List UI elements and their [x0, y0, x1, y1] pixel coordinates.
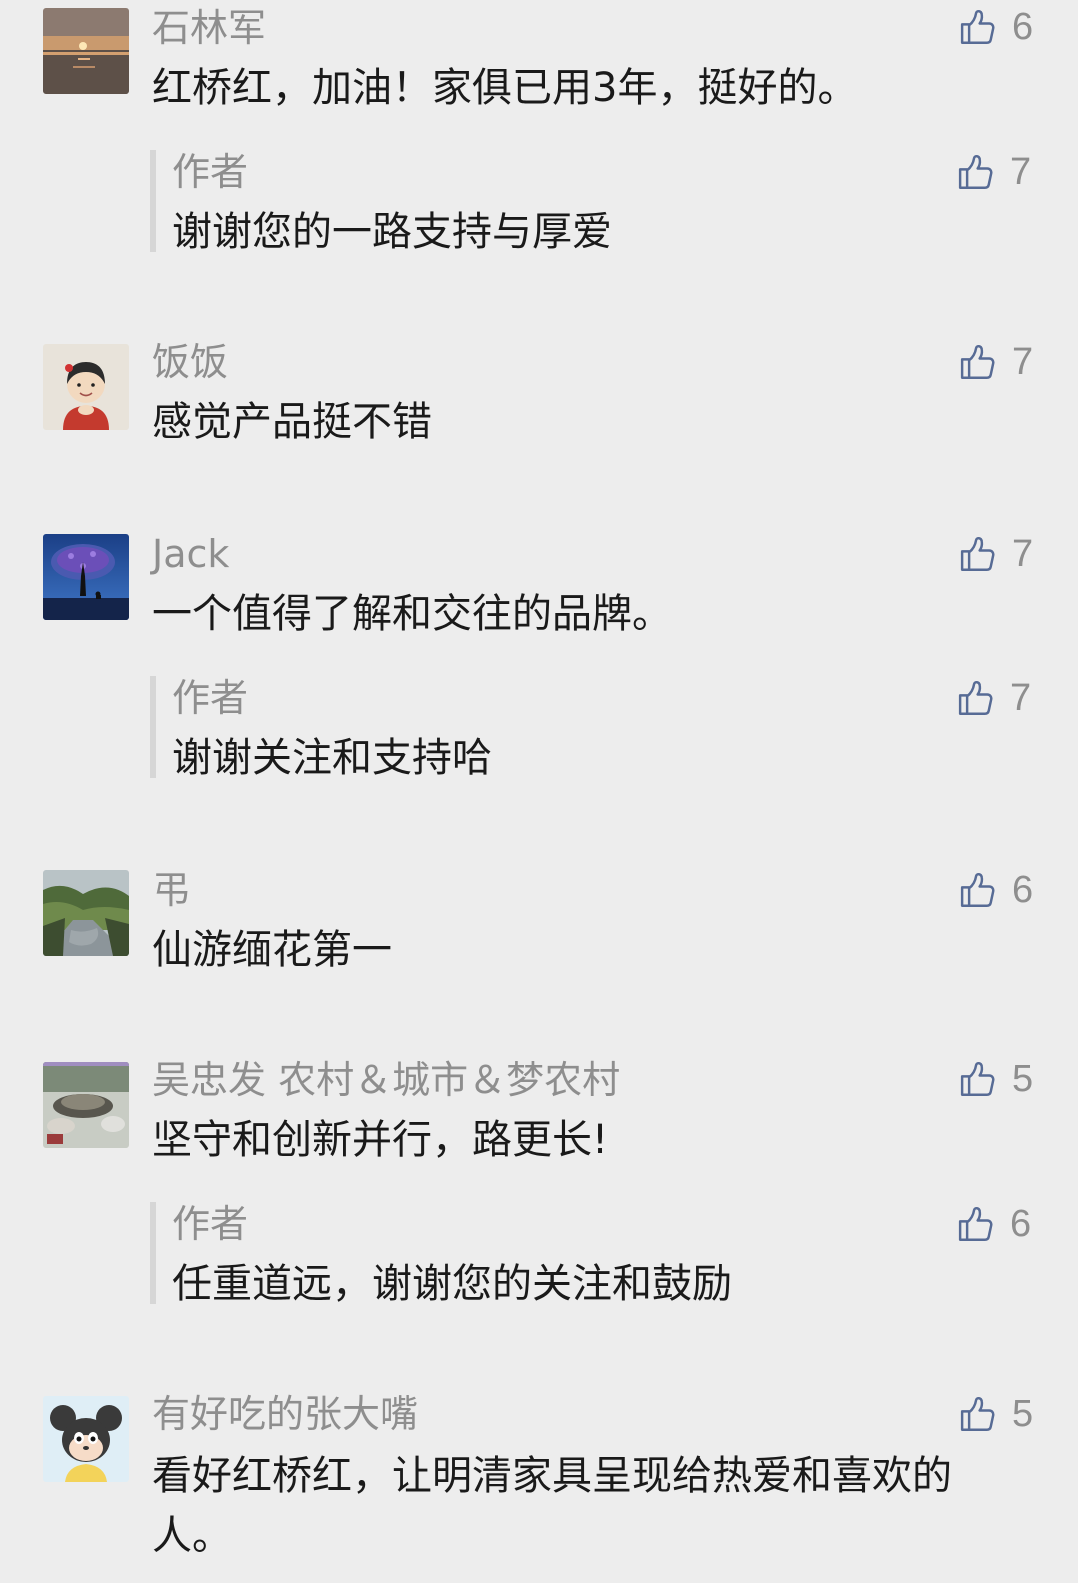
reply-text: 谢谢关注和支持哈: [172, 735, 492, 781]
thumbs-up-icon: [956, 1058, 998, 1100]
comment-author[interactable]: 弔: [152, 866, 190, 914]
like-button[interactable]: 6: [954, 1200, 1036, 1248]
reply-divider: [150, 1202, 156, 1304]
like-button[interactable]: 5: [956, 1390, 1038, 1438]
like-button[interactable]: 7: [956, 530, 1038, 578]
comment-author[interactable]: 饭饭: [152, 338, 228, 386]
like-count: 7: [1010, 150, 1032, 193]
comment-text: 感觉产品挺不错: [152, 399, 432, 445]
thumbs-up-icon: [956, 533, 998, 575]
like-button[interactable]: 5: [956, 1055, 1038, 1103]
comment-text: 红桥红，加油！家俱已用3年，挺好的。: [152, 65, 858, 111]
reply-author: 作者: [172, 150, 249, 194]
like-button[interactable]: 6: [956, 866, 1038, 914]
like-count: 6: [1010, 1202, 1032, 1245]
like-count: 7: [1010, 676, 1032, 719]
like-button[interactable]: 7: [956, 338, 1038, 386]
like-button[interactable]: 6: [956, 3, 1038, 51]
reply-author: 作者: [172, 1202, 249, 1246]
comment-author[interactable]: Jack: [152, 530, 229, 578]
comment-author[interactable]: 有好吃的张大嘴: [152, 1390, 418, 1438]
cartoon-girl-avatar[interactable]: [43, 344, 129, 430]
like-button[interactable]: 7: [954, 674, 1036, 722]
comment-text: 一个值得了解和交往的品牌。: [152, 591, 672, 637]
sunset-sea-avatar[interactable]: [43, 8, 129, 94]
comment-text: 看好红桥红，让明清家具呈现给热爱和喜欢的人。: [152, 1453, 952, 1559]
thumbs-up-icon: [956, 341, 998, 383]
tea-set-avatar[interactable]: [43, 1062, 129, 1148]
like-button[interactable]: 7: [954, 148, 1036, 196]
thumbs-up-icon: [956, 1393, 998, 1435]
reply-text: 任重道远，谢谢您的关注和鼓励: [172, 1261, 732, 1307]
like-count: 6: [1012, 868, 1034, 911]
reply-divider: [150, 150, 156, 252]
like-count: 5: [1012, 1392, 1034, 1435]
thumbs-up-icon: [956, 6, 998, 48]
tree-silhouette-avatar[interactable]: [43, 534, 129, 620]
thumbs-up-icon: [954, 151, 996, 193]
like-count: 6: [1012, 5, 1034, 48]
comment-author[interactable]: 吴忠发 农村＆城市＆梦农村: [152, 1056, 620, 1104]
comment-author[interactable]: 石林军: [152, 4, 266, 52]
reply-text: 谢谢您的一路支持与厚爱: [172, 209, 612, 255]
thumbs-up-icon: [956, 869, 998, 911]
reply-author: 作者: [172, 676, 249, 720]
comment-text: 仙游缅花第一: [152, 927, 392, 973]
like-count: 5: [1012, 1057, 1034, 1100]
comment-text: 坚守和创新并行，路更长!: [152, 1117, 609, 1163]
river-landscape-avatar[interactable]: [43, 870, 129, 956]
thumbs-up-icon: [954, 1203, 996, 1245]
like-count: 7: [1012, 532, 1034, 575]
reply-divider: [150, 676, 156, 778]
cartoon-mouse-avatar[interactable]: [43, 1396, 129, 1482]
like-count: 7: [1012, 340, 1034, 383]
thumbs-up-icon: [954, 677, 996, 719]
